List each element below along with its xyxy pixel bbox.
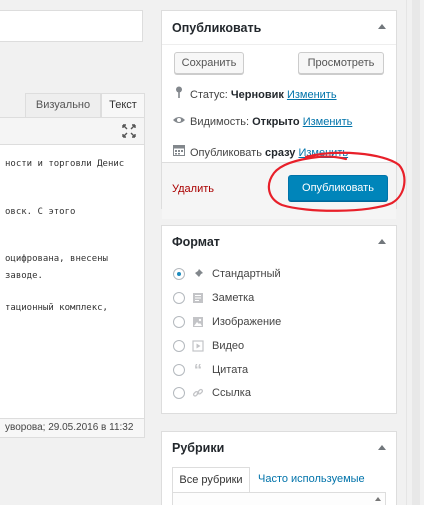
tab-popular-categories[interactable]: Часто используемые: [258, 467, 365, 493]
delete-link[interactable]: Удалить: [172, 183, 214, 195]
categories-box-title: Рубрики: [172, 441, 225, 455]
editor-toolbar: [0, 118, 144, 145]
format-label: Цитата: [212, 364, 249, 376]
pin-icon: [191, 268, 205, 280]
format-option-link[interactable]: Ссылка: [173, 387, 251, 400]
radio[interactable]: [173, 387, 185, 400]
publish-button[interactable]: Опубликовать: [288, 175, 388, 201]
format-box-header[interactable]: Формат: [162, 226, 396, 260]
editor-line: овск. С этого: [5, 207, 76, 217]
format-label: Заметка: [212, 292, 255, 304]
save-draft-button[interactable]: Сохранить: [174, 52, 244, 74]
visibility-edit-link[interactable]: Изменить: [303, 116, 353, 128]
scroll-up-icon[interactable]: [375, 497, 381, 501]
format-option-aside[interactable]: Заметка: [173, 292, 255, 305]
eye-icon: [172, 115, 186, 128]
image-icon: [191, 316, 205, 328]
publish-box: Опубликовать Сохранить Просмотреть Стату…: [161, 10, 397, 219]
publish-actions: Удалить Опубликовать: [162, 162, 396, 219]
radio-checked[interactable]: [173, 268, 185, 281]
page-scrollbar[interactable]: [406, 0, 424, 505]
text-editor[interactable]: ности и торговли Денис овск. С этого оци…: [0, 117, 145, 419]
format-label: Изображение: [212, 316, 282, 328]
radio[interactable]: [173, 340, 185, 353]
collapse-arrow-icon[interactable]: [378, 24, 386, 29]
format-option-image[interactable]: Изображение: [173, 316, 282, 329]
editor-line: оцифрована, внесены: [5, 254, 108, 264]
format-label: Видео: [212, 340, 245, 352]
format-option-standard[interactable]: Стандартный: [173, 268, 281, 281]
radio[interactable]: [173, 316, 185, 329]
editor-line: тационный комплекс,: [5, 303, 108, 313]
schedule-label: Опубликовать: [190, 147, 262, 159]
status-label: Статус:: [190, 89, 228, 101]
radio[interactable]: [173, 292, 185, 305]
publish-box-title: Опубликовать: [172, 21, 262, 35]
visibility-label: Видимость:: [190, 116, 250, 128]
pin-icon: [172, 86, 186, 101]
fullscreen-icon[interactable]: [122, 124, 136, 138]
status-edit-link[interactable]: Изменить: [287, 89, 337, 101]
categories-box-header[interactable]: Рубрики: [162, 432, 396, 466]
link-icon: [191, 387, 205, 399]
editor-line: заводе.: [5, 271, 43, 281]
format-box: Формат Стандартный Заметка Изображение В…: [161, 225, 397, 414]
status-row: Статус: Черновик Изменить: [172, 86, 337, 101]
editor-line: ности и торговли Денис: [5, 159, 125, 169]
preview-button[interactable]: Просмотреть: [298, 52, 384, 74]
tab-text[interactable]: Текст: [101, 93, 145, 117]
calendar-icon: [172, 144, 186, 159]
visibility-value: Открыто: [252, 116, 300, 128]
collapse-arrow-icon[interactable]: [378, 239, 386, 244]
editor-tabs: Визуально Текст: [0, 93, 145, 117]
scrollbar-track[interactable]: [412, 0, 420, 505]
tab-all-categories[interactable]: Все рубрики: [172, 467, 250, 493]
post-title-input[interactable]: [0, 10, 143, 42]
format-option-video[interactable]: Видео: [173, 340, 245, 353]
format-label: Ссылка: [212, 387, 251, 399]
schedule-row: Опубликовать сразу Изменить: [172, 144, 348, 159]
format-label: Стандартный: [212, 268, 281, 280]
schedule-value: сразу: [265, 147, 296, 159]
radio[interactable]: [173, 364, 185, 377]
video-icon: [191, 340, 205, 352]
schedule-edit-link[interactable]: Изменить: [298, 147, 348, 159]
visibility-row: Видимость: Открыто Изменить: [172, 115, 352, 128]
collapse-arrow-icon[interactable]: [378, 445, 386, 450]
aside-icon: [191, 292, 205, 304]
category-list[interactable]: [172, 492, 386, 505]
format-option-quote[interactable]: “ Цитата: [173, 362, 249, 380]
categories-box: Рубрики Все рубрики Часто используемые: [161, 431, 397, 505]
tab-visual[interactable]: Визуально: [25, 93, 101, 117]
status-value: Черновик: [230, 89, 284, 101]
quote-icon: “: [194, 362, 202, 380]
publish-box-header[interactable]: Опубликовать: [162, 11, 396, 45]
format-box-title: Формат: [172, 235, 220, 249]
editor-status-bar: уворова; 29.05.2016 в 11:32: [0, 419, 145, 438]
